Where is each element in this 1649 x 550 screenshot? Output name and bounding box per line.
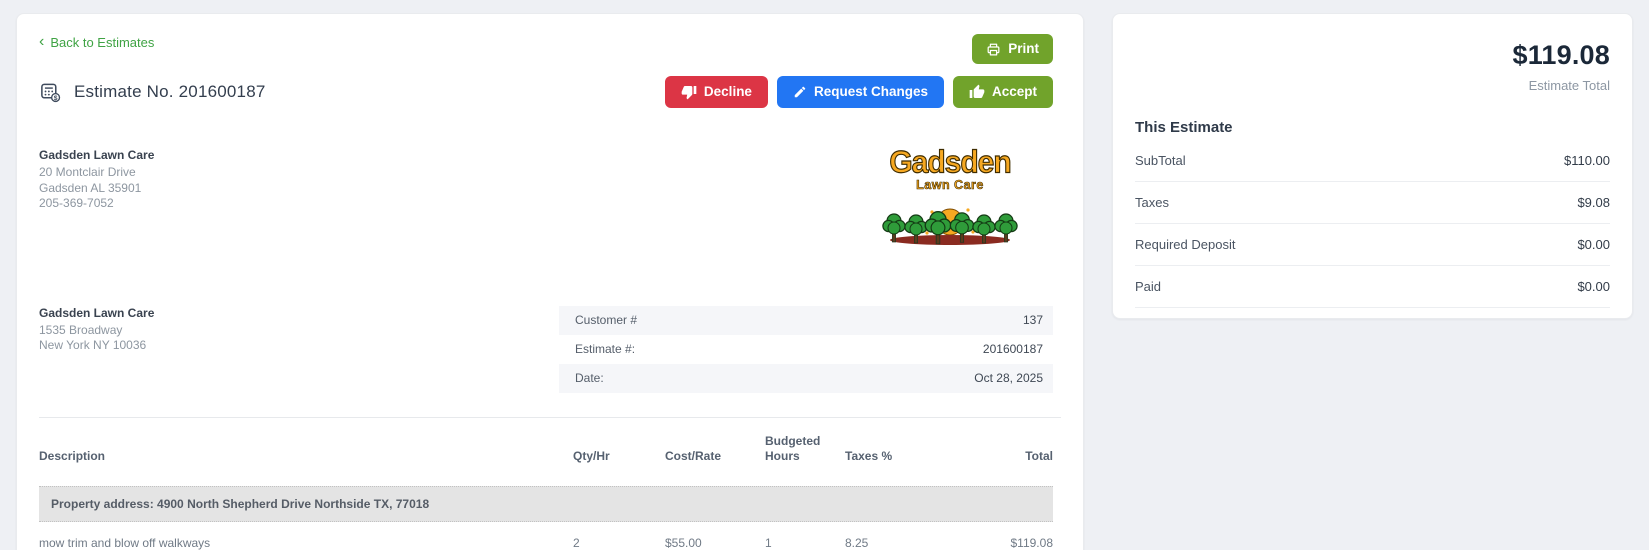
summary-label: Taxes <box>1135 195 1169 210</box>
accept-button[interactable]: Accept <box>952 76 1053 109</box>
estimate-total-amount: $119.08 <box>1512 40 1610 70</box>
summary-label: SubTotal <box>1135 153 1186 168</box>
logo-subtitle-text: Lawn Care <box>916 178 984 193</box>
logo-trees-icon <box>875 194 1025 250</box>
property-address-row: Property address: 4900 North Shepherd Dr… <box>39 485 1053 522</box>
summary-row-subtotal: SubTotal $110.00 <box>1135 140 1610 182</box>
estimate-details-table: Customer # 137 Estimate #: 201600187 Dat… <box>559 305 1053 393</box>
chevron-left-icon: ‹ <box>39 33 45 50</box>
summary-value: $0.00 <box>1577 237 1610 252</box>
item-taxes-pct: 8.25 <box>845 535 869 550</box>
details-row-customer-number: Customer # 137 <box>559 305 1053 335</box>
printer-icon <box>986 42 1001 57</box>
items-table-header: Description Qty/Hr Cost/Rate Budgeted Ho… <box>39 418 1053 486</box>
estimate-icon: $ <box>39 81 62 104</box>
page: ‹ Back to Estimates Print $ Estimate No.… <box>0 0 1649 550</box>
column-header-total: Total <box>1025 448 1053 463</box>
summary-row-required-deposit: Required Deposit $0.00 <box>1135 224 1610 266</box>
accept-button-label: Accept <box>991 84 1037 100</box>
estimate-card: ‹ Back to Estimates Print $ Estimate No.… <box>16 13 1084 550</box>
summary-value: $110.00 <box>1563 153 1610 168</box>
thumbs-down-icon <box>681 84 697 100</box>
details-row-date: Date: Oct 28, 2025 <box>559 363 1053 393</box>
svg-text:$: $ <box>54 95 58 102</box>
customer-address-block: Gadsden Lawn Care 1535 Broadway New York… <box>39 306 154 354</box>
item-cost: $55.00 <box>665 535 702 550</box>
company-address-block: Gadsden Lawn Care 20 Montclair Drive Gad… <box>39 148 154 212</box>
summary-card: $119.08 Estimate Total This Estimate Sub… <box>1112 13 1633 319</box>
logo-title-text: Gadsden <box>889 145 1012 181</box>
details-label: Date: <box>575 371 604 386</box>
column-header-budgeted-hours: Budgeted Hours <box>765 433 821 463</box>
summary-value: $9.08 <box>1577 195 1610 210</box>
item-qty: 2 <box>573 535 580 550</box>
column-header-taxes: Taxes % <box>845 448 893 463</box>
summary-section-title: This Estimate <box>1135 119 1233 136</box>
customer-name: Gadsden Lawn Care <box>39 305 155 320</box>
company-name: Gadsden Lawn Care <box>39 148 155 163</box>
summary-value: $0.00 <box>1577 279 1610 294</box>
column-header-description: Description <box>39 448 106 463</box>
decline-button-label: Decline <box>703 84 752 100</box>
details-row-estimate-number: Estimate #: 201600187 <box>559 335 1053 364</box>
column-header-qty: Qty/Hr <box>573 448 610 463</box>
details-value: 201600187 <box>982 342 1043 357</box>
company-phone: 205-369-7052 <box>39 196 114 211</box>
item-description: mow trim and blow off walkways <box>39 535 211 550</box>
pencil-icon <box>793 85 807 99</box>
line-item-row: mow trim and blow off walkways 2 $55.00 … <box>39 522 1053 550</box>
print-button-label: Print <box>1008 41 1039 56</box>
back-link-label: Back to Estimates <box>50 34 155 50</box>
details-label: Estimate #: <box>575 342 636 357</box>
summary-label: Paid <box>1135 279 1162 294</box>
decline-button[interactable]: Decline <box>664 76 768 109</box>
summary-row-paid: Paid $0.00 <box>1135 266 1610 308</box>
details-value: 137 <box>1022 313 1043 328</box>
company-logo: Gadsden Lawn Care <box>875 145 1025 250</box>
company-address-line: Gadsden AL 35901 <box>39 180 142 195</box>
item-budgeted-hours: 1 <box>765 535 772 550</box>
item-total: $119.08 <box>1010 535 1054 550</box>
details-label: Customer # <box>575 313 638 328</box>
page-title: Estimate No. 201600187 <box>74 82 266 102</box>
customer-address-line: 1535 Broadway <box>39 322 123 337</box>
back-to-estimates-link[interactable]: ‹ Back to Estimates <box>39 34 154 50</box>
thumbs-up-icon <box>969 84 985 100</box>
request-changes-button[interactable]: Request Changes <box>776 76 944 109</box>
company-address-line: 20 Montclair Drive <box>39 165 136 180</box>
customer-address-line: New York NY 10036 <box>39 338 147 353</box>
summary-row-taxes: Taxes $9.08 <box>1135 182 1610 224</box>
details-value: Oct 28, 2025 <box>974 371 1043 386</box>
request-changes-button-label: Request Changes <box>813 84 928 100</box>
column-header-cost: Cost/Rate <box>665 448 722 463</box>
estimate-total-label: Estimate Total <box>1528 78 1610 93</box>
print-button[interactable]: Print <box>972 34 1053 65</box>
summary-label: Required Deposit <box>1135 237 1236 252</box>
